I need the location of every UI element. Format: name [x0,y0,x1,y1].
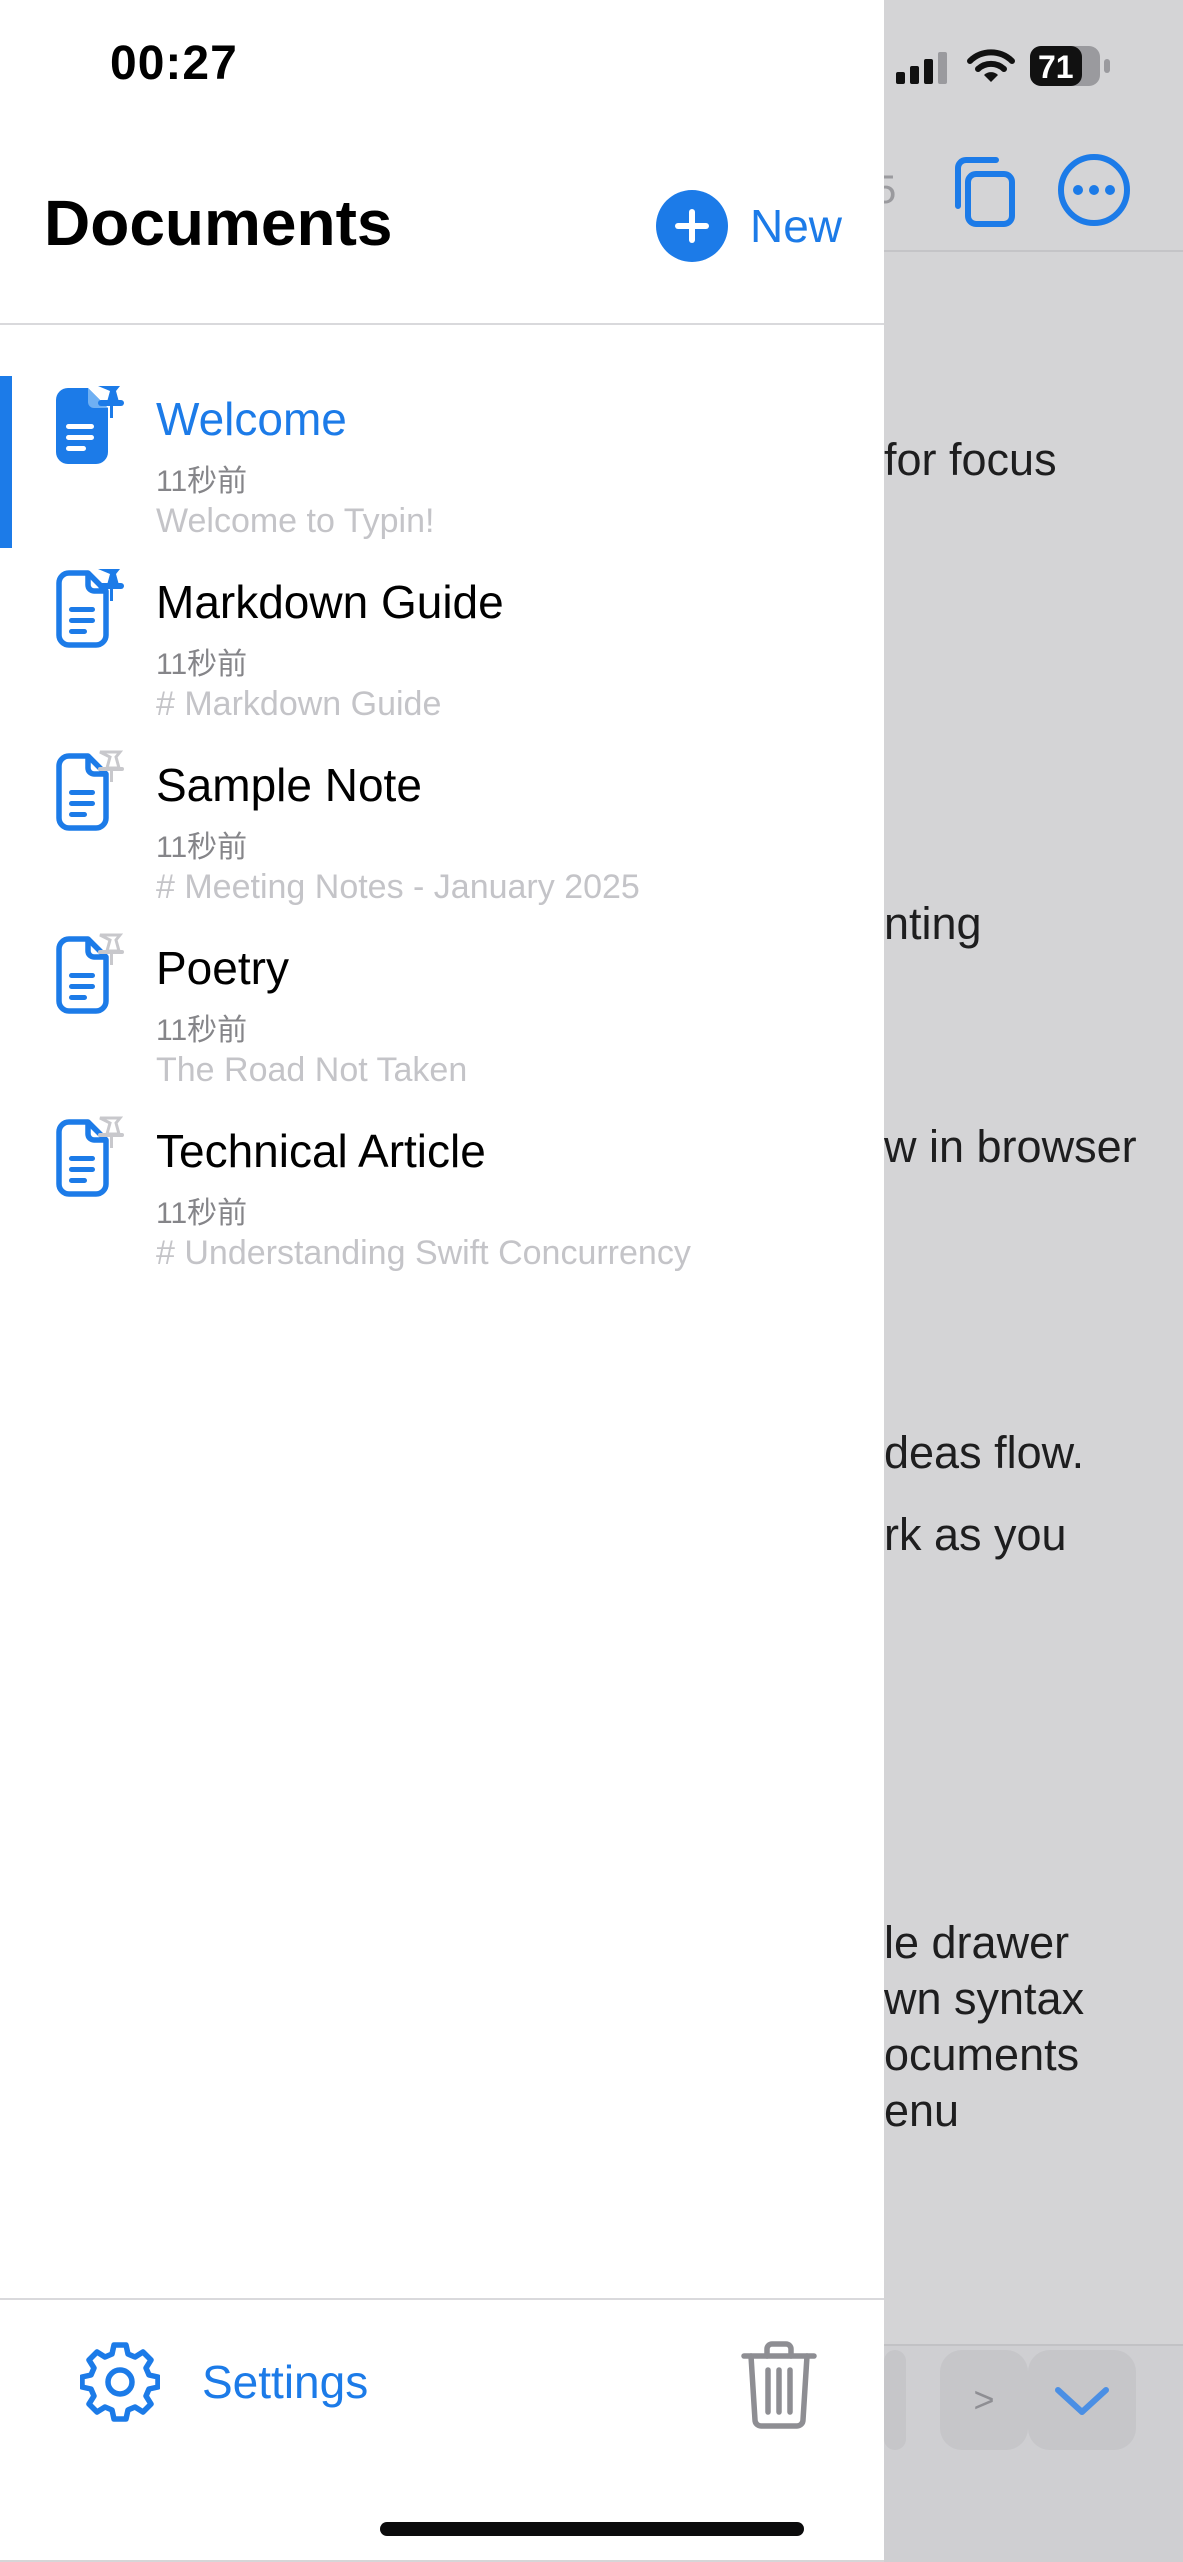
document-unpinned-icon [56,933,124,1014]
editor-text-line: w in browser [884,1121,1137,1172]
document-item-poetry[interactable]: Poetry 11秒前 The Road Not Taken [0,921,884,1104]
document-item-markdown-guide[interactable]: Markdown Guide 11秒前 # Markdown Guide [0,555,884,738]
document-title: Technical Article [156,1125,486,1177]
editor-text-line: ocuments [884,2029,1080,2080]
toolbar-next-key[interactable]: > [940,2350,1028,2450]
home-indicator [380,2522,804,2536]
document-preview: # Meeting Notes - January 2025 [156,868,640,906]
document-time: 11秒前 [156,1197,248,1230]
drawer-title: Documents [44,187,393,259]
editor-header-divider [884,250,1183,252]
document-item-sample-note[interactable]: Sample Note 11秒前 # Meeting Notes - Janua… [0,738,884,921]
document-pinned-icon [56,569,124,648]
delete-document-button[interactable] [740,2340,818,2430]
more-options-icon[interactable] [1056,152,1132,228]
document-time: 11秒前 [156,1014,248,1047]
status-time: 00:27 [110,37,238,90]
settings-button[interactable]: Settings [80,2342,368,2422]
wifi-icon [967,49,1015,82]
settings-label: Settings [202,2356,369,2408]
trash-icon [741,2341,817,2429]
plus-icon [656,190,728,262]
document-time: 11秒前 [156,831,248,864]
new-document-button[interactable]: New [656,190,842,262]
header-divider [0,323,884,325]
duplicate-icon[interactable] [944,152,1024,232]
editor-text-line: for focus [884,434,1057,485]
cellular-signal-icon [896,52,947,84]
document-item-technical-article[interactable]: Technical Article 11秒前 # Understanding S… [0,1104,884,1287]
chevron-down-icon [1055,2387,1109,2415]
editor-text-line: le drawer [884,1917,1070,1968]
document-time: 11秒前 [156,648,248,681]
new-document-label: New [750,200,843,252]
toolbar-key-partial[interactable] [884,2350,906,2450]
editor-text-line: wn syntax [884,1973,1085,2024]
document-pinned-icon [56,386,124,464]
editor-text-line: enu [884,2085,960,2136]
document-time: 11秒前 [156,465,248,498]
document-preview: # Understanding Swift Concurrency [156,1234,691,1272]
toolbar-next-label: > [973,2379,995,2420]
documents-drawer: 00:27 Documents New Welcome 11秒前 Welcome… [0,0,884,2560]
footer-divider [0,2298,884,2300]
gear-icon [80,2342,160,2422]
editor-text-line: nting [884,898,982,949]
document-preview: The Road Not Taken [156,1051,468,1089]
battery-icon: 71 [1030,46,1110,86]
document-title: Markdown Guide [156,576,504,628]
document-title: Sample Note [156,759,422,811]
dismiss-keyboard-button[interactable] [1028,2350,1136,2450]
document-title: Poetry [156,942,289,994]
document-item-welcome[interactable]: Welcome 11秒前 Welcome to Typin! [0,372,884,555]
document-preview: Welcome to Typin! [156,502,435,540]
document-unpinned-icon [56,750,124,831]
document-title: Welcome [156,393,347,445]
editor-text-line: rk as you [884,1509,1067,1560]
battery-level: 71 [1038,49,1074,85]
selection-indicator [0,376,12,548]
editor-text-line: deas flow. [884,1427,1085,1478]
document-unpinned-icon [56,1116,124,1197]
document-preview: # Markdown Guide [156,685,442,723]
